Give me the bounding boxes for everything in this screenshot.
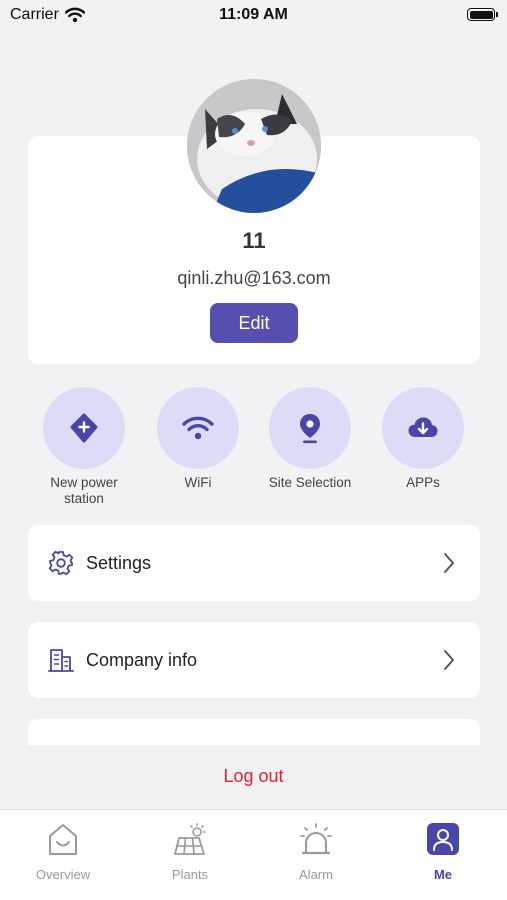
tab-alarm[interactable]: Alarm: [253, 810, 379, 900]
cat-photo: [187, 79, 321, 213]
home-icon: [49, 824, 77, 855]
quick-action-site-selection[interactable]: Site Selection: [255, 387, 365, 491]
menu-item-label: Settings: [86, 552, 152, 573]
solar-panel-icon: [174, 823, 206, 855]
edit-profile-button[interactable]: Edit: [210, 303, 298, 343]
menu-item-settings[interactable]: Settings: [28, 525, 480, 601]
status-bar: Carrier 11:09 AM: [0, 0, 507, 30]
tab-label: Overview: [35, 867, 91, 882]
logout-button[interactable]: Log out: [0, 766, 507, 787]
menu-item-company-info[interactable]: Company info: [28, 622, 480, 698]
status-time: 11:09 AM: [219, 6, 288, 23]
quick-action-label: WiFi: [184, 475, 212, 490]
menu-item-label: Company info: [86, 649, 198, 670]
tab-me[interactable]: Me: [380, 810, 506, 900]
quick-action-circle[interactable]: [43, 387, 125, 469]
quick-action-new-power-station[interactable]: New power station: [29, 387, 139, 507]
plus-location-icon: [70, 413, 98, 443]
quick-action-circle[interactable]: [269, 387, 351, 469]
gear-icon: [48, 550, 74, 576]
quick-action-label: Site Selection: [268, 475, 352, 490]
building-icon: [48, 649, 74, 672]
tab-overview[interactable]: Overview: [0, 810, 126, 900]
battery-icon: [467, 8, 498, 21]
tab-label: Plants: [171, 867, 209, 882]
tab-label: Alarm: [299, 867, 333, 882]
quick-action-wifi[interactable]: WiFi: [143, 387, 253, 491]
alarm-bell-icon: [300, 823, 332, 855]
map-pin-icon: [300, 414, 320, 444]
tab-plants[interactable]: Plants: [127, 810, 253, 900]
menu-item-partial[interactable]: [28, 719, 480, 745]
tab-bar: Overview Plants Alarm Me: [0, 809, 507, 900]
username: 11: [242, 228, 266, 253]
quick-action-circle[interactable]: [157, 387, 239, 469]
quick-action-label: New power station: [50, 475, 118, 506]
user-email: qinli.zhu@163.com: [177, 268, 331, 288]
chevron-right-icon: [444, 650, 454, 670]
cloud-download-icon: [408, 417, 438, 437]
chevron-right-icon: [444, 553, 454, 573]
person-icon: [427, 823, 459, 855]
quick-action-circle[interactable]: [382, 387, 464, 469]
tab-label: Me: [433, 867, 453, 882]
avatar[interactable]: [187, 79, 321, 213]
wifi-icon: [182, 416, 214, 440]
quick-action-label: APPs: [406, 475, 440, 490]
quick-action-apps[interactable]: APPs: [368, 387, 478, 491]
